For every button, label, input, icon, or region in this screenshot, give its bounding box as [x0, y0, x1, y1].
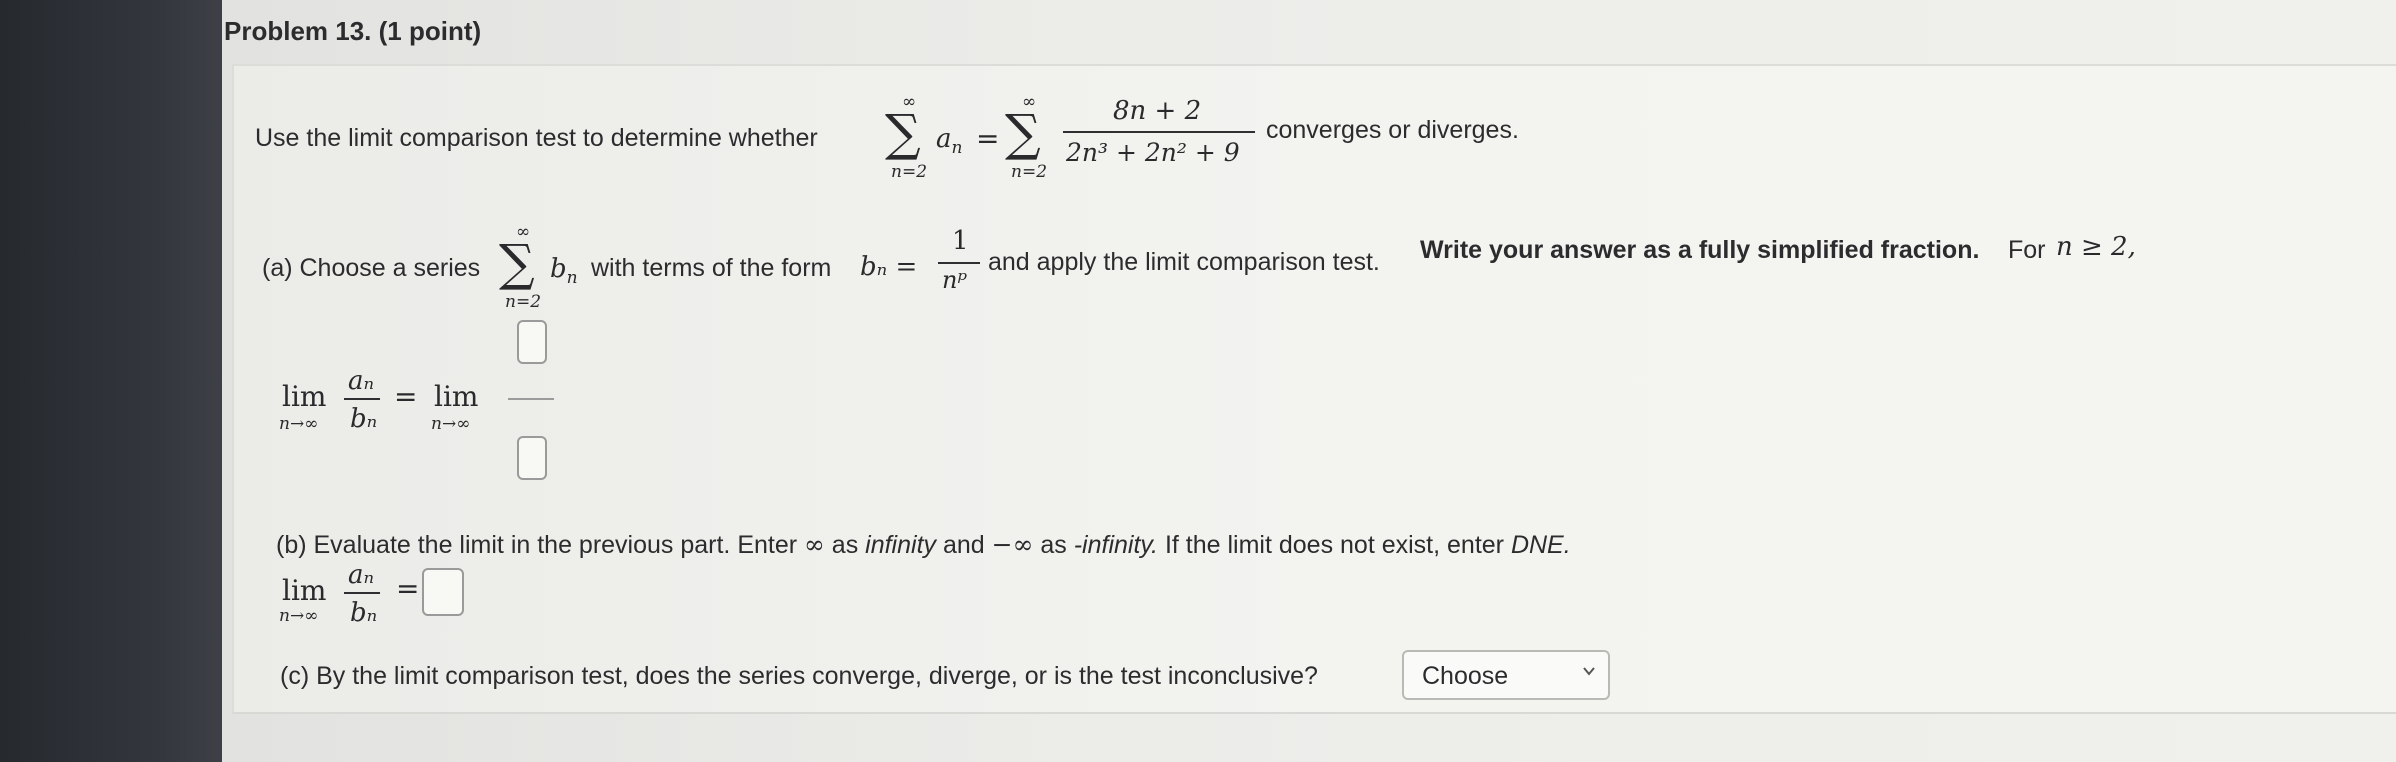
background-dark-edge — [0, 0, 222, 762]
part-a-text-end: and apply the limit comparison test. — [988, 248, 1380, 276]
ratio-bar-b — [344, 592, 380, 594]
fraction-numerator: 8n + 2 — [1113, 96, 1202, 126]
ratio-den-b: bₙ — [350, 598, 378, 628]
lim-word-a: lim — [282, 380, 327, 413]
lim-word-b: lim — [282, 574, 327, 607]
bn-numerator: 1 — [952, 226, 969, 256]
equals-b: = — [396, 572, 420, 605]
sum3-sigma-icon: ∑ — [499, 234, 535, 292]
intro-text: Use the limit comparison test to determi… — [255, 124, 818, 152]
problem-title: Problem 13. (1 point) — [224, 16, 482, 46]
ratio-bar-a — [344, 398, 380, 400]
sum2-lower: n=2 — [1011, 162, 1048, 182]
part-a-instruction: Write your answer as a fully simplified … — [1420, 236, 1980, 264]
lim-sub-b: n→∞ — [279, 606, 319, 626]
answer-fraction-bar — [508, 398, 554, 400]
select-value: Choose — [1422, 662, 1509, 690]
part-c-question: (c) By the limit comparison test, does t… — [280, 662, 1318, 690]
ratio-num-a: aₙ — [348, 366, 375, 396]
fraction-denominator: 2n³ + 2n² + 9 — [1066, 138, 1240, 167]
ratio-num-b: aₙ — [348, 560, 375, 590]
equals-sign: = — [976, 122, 1000, 155]
lim-word-a2: lim — [434, 380, 479, 413]
a-term: an — [936, 124, 963, 159]
sum2-sigma-icon: ∑ — [1005, 104, 1041, 162]
bn-fraction-bar — [938, 262, 980, 264]
ratio-den-a: bₙ — [350, 404, 378, 434]
condition-math: n ≥ 2, — [2056, 232, 2136, 262]
limit-answer-input[interactable] — [422, 568, 464, 616]
denominator-answer-input[interactable] — [517, 436, 547, 480]
bn-denominator: nᵖ — [942, 266, 968, 294]
bn-lhs: bₙ = — [860, 252, 918, 282]
part-a-label: (a) Choose a series — [262, 254, 481, 282]
sum1-sigma-icon: ∑ — [885, 104, 921, 162]
sum3-lower: n=2 — [505, 292, 542, 312]
numerator-answer-input[interactable] — [517, 320, 547, 364]
chevron-down-icon — [1583, 667, 1595, 676]
fraction-bar — [1063, 131, 1255, 133]
b-term: bn — [550, 254, 578, 289]
problem-panel — [232, 64, 2396, 714]
answer-select[interactable]: Choose — [1402, 650, 1610, 700]
intro-text-end: converges or diverges. — [1266, 116, 1519, 144]
part-a-text-mid: with terms of the form — [591, 254, 832, 282]
equals-a: = — [394, 380, 418, 413]
sum1-lower: n=2 — [891, 162, 928, 182]
lim-sub-a: n→∞ — [279, 414, 319, 434]
condition-text: For — [2008, 236, 2046, 264]
part-b-text: (b) Evaluate the limit in the previous p… — [276, 530, 1571, 559]
lim-sub-a2: n→∞ — [431, 414, 471, 434]
